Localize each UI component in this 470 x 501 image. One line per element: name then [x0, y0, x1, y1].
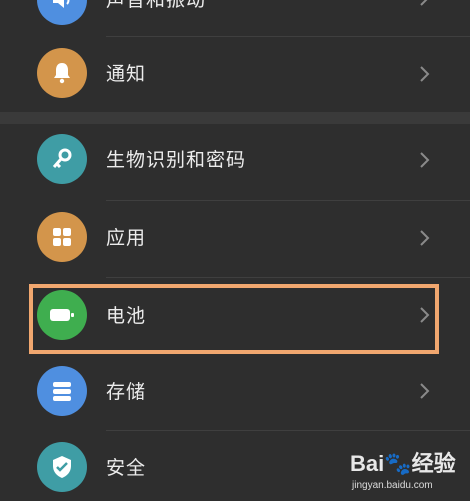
settings-item-apps[interactable]: 应用 [0, 208, 470, 268]
settings-item-label: 存储 [106, 381, 147, 403]
divider [106, 430, 470, 431]
highlight-box [29, 284, 439, 354]
settings-item-label: 安全 [106, 457, 147, 479]
storage-icon [37, 366, 87, 416]
chevron-right-icon [420, 383, 430, 399]
key-icon [37, 134, 87, 184]
watermark-logo: Bai🐾经验 [350, 451, 456, 476]
divider [106, 36, 470, 37]
apps-grid-icon [37, 212, 87, 262]
bell-icon [37, 48, 87, 98]
baidu-jingyan-watermark: Bai🐾经验 jingyan.baidu.com [350, 450, 468, 498]
divider [106, 200, 470, 201]
chevron-right-icon [420, 66, 430, 82]
section-separator [0, 112, 470, 124]
settings-item-biometrics[interactable]: 生物识别和密码 [0, 130, 470, 190]
chevron-right-icon [420, 152, 430, 168]
divider [106, 277, 470, 278]
settings-item-sound[interactable]: 声音和振动 [0, 0, 470, 30]
chevron-right-icon [420, 0, 428, 6]
settings-item-notifications[interactable]: 通知 [0, 46, 470, 106]
chevron-right-icon [420, 230, 430, 246]
settings-item-label: 应用 [106, 227, 147, 249]
watermark-url: jingyan.baidu.com [352, 480, 433, 491]
settings-item-storage[interactable]: 存储 [0, 362, 470, 422]
shield-check-icon [37, 442, 87, 492]
speaker-icon [37, 0, 87, 25]
settings-item-label: 通知 [106, 63, 147, 85]
settings-item-label: 生物识别和密码 [106, 149, 247, 171]
settings-item-label: 声音和振动 [106, 0, 207, 11]
